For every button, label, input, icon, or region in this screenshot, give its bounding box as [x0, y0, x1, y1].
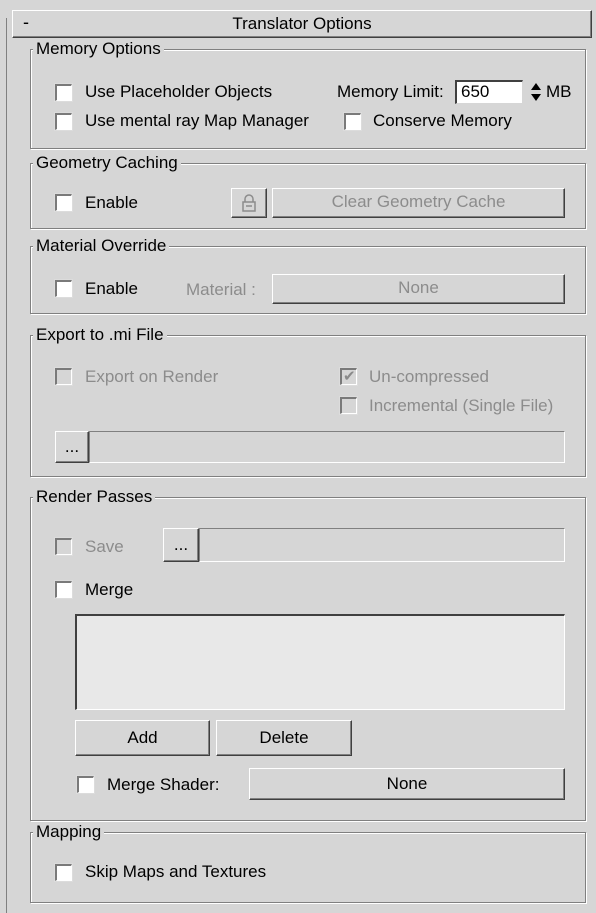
merge-label: Merge [85, 580, 134, 599]
geometry-enable-label: Enable [85, 193, 138, 212]
export-browse-button[interactable]: ... [55, 431, 89, 463]
export-path-field[interactable] [89, 431, 565, 463]
add-pass-button[interactable]: Add [75, 720, 210, 756]
uncompressed-checkbox[interactable]: ✔ [339, 367, 358, 386]
render-passes-label: Render Passes [33, 487, 156, 507]
geometry-enable-checkbox[interactable] [54, 193, 73, 212]
material-override-label: Material Override [33, 236, 170, 256]
conserve-memory-checkbox[interactable] [343, 112, 362, 131]
delete-pass-button[interactable]: Delete [216, 720, 352, 756]
export-on-render-label: Export on Render [85, 367, 219, 386]
memory-unit-label: MB [546, 82, 572, 101]
save-passes-checkbox[interactable] [54, 537, 73, 556]
lock-icon [242, 194, 256, 212]
merge-shader-checkbox[interactable] [76, 775, 95, 794]
conserve-memory-label: Conserve Memory [373, 111, 512, 130]
skip-maps-checkbox[interactable] [54, 863, 73, 882]
map-manager-label: Use mental ray Map Manager [85, 111, 309, 130]
save-passes-label: Save [85, 537, 124, 556]
memory-limit-input[interactable]: 650 [455, 80, 523, 104]
memory-options-label: Memory Options [33, 39, 164, 59]
spinner-arrows-icon[interactable] [527, 81, 545, 103]
incremental-label: Incremental (Single File) [369, 396, 554, 415]
merge-passes-list[interactable] [75, 614, 565, 710]
mapping-label: Mapping [33, 822, 105, 842]
memory-limit-label: Memory Limit: [337, 82, 444, 101]
placeholder-objects-label: Use Placeholder Objects [85, 82, 273, 101]
passes-path-field[interactable] [199, 528, 565, 562]
rollout-titlebar[interactable]: - Translator Options [12, 10, 592, 38]
export-on-render-checkbox[interactable] [54, 367, 73, 386]
incremental-checkbox[interactable] [339, 396, 358, 415]
check-icon: ✔ [343, 368, 356, 385]
rollout-edge [6, 18, 7, 913]
export-mi-label: Export to .mi File [33, 325, 167, 345]
clear-geometry-cache-button[interactable]: Clear Geometry Cache [272, 188, 565, 218]
geometry-caching-label: Geometry Caching [33, 153, 181, 173]
passes-browse-button[interactable]: ... [163, 528, 199, 562]
material-enable-checkbox[interactable] [54, 279, 73, 298]
placeholder-objects-checkbox[interactable] [54, 83, 73, 102]
map-manager-checkbox[interactable] [54, 112, 73, 131]
merge-shader-button[interactable]: None [249, 768, 565, 800]
uncompressed-label: Un-compressed [369, 367, 489, 386]
material-override-button[interactable]: None [272, 274, 565, 304]
merge-checkbox[interactable] [54, 580, 73, 599]
rollout-title: Translator Options [232, 14, 372, 33]
material-label: Material : [186, 280, 256, 299]
merge-shader-label: Merge Shader: [107, 775, 220, 794]
skip-maps-label: Skip Maps and Textures [85, 862, 267, 881]
geometry-lock-button[interactable] [231, 188, 267, 218]
material-enable-label: Enable [85, 279, 138, 298]
